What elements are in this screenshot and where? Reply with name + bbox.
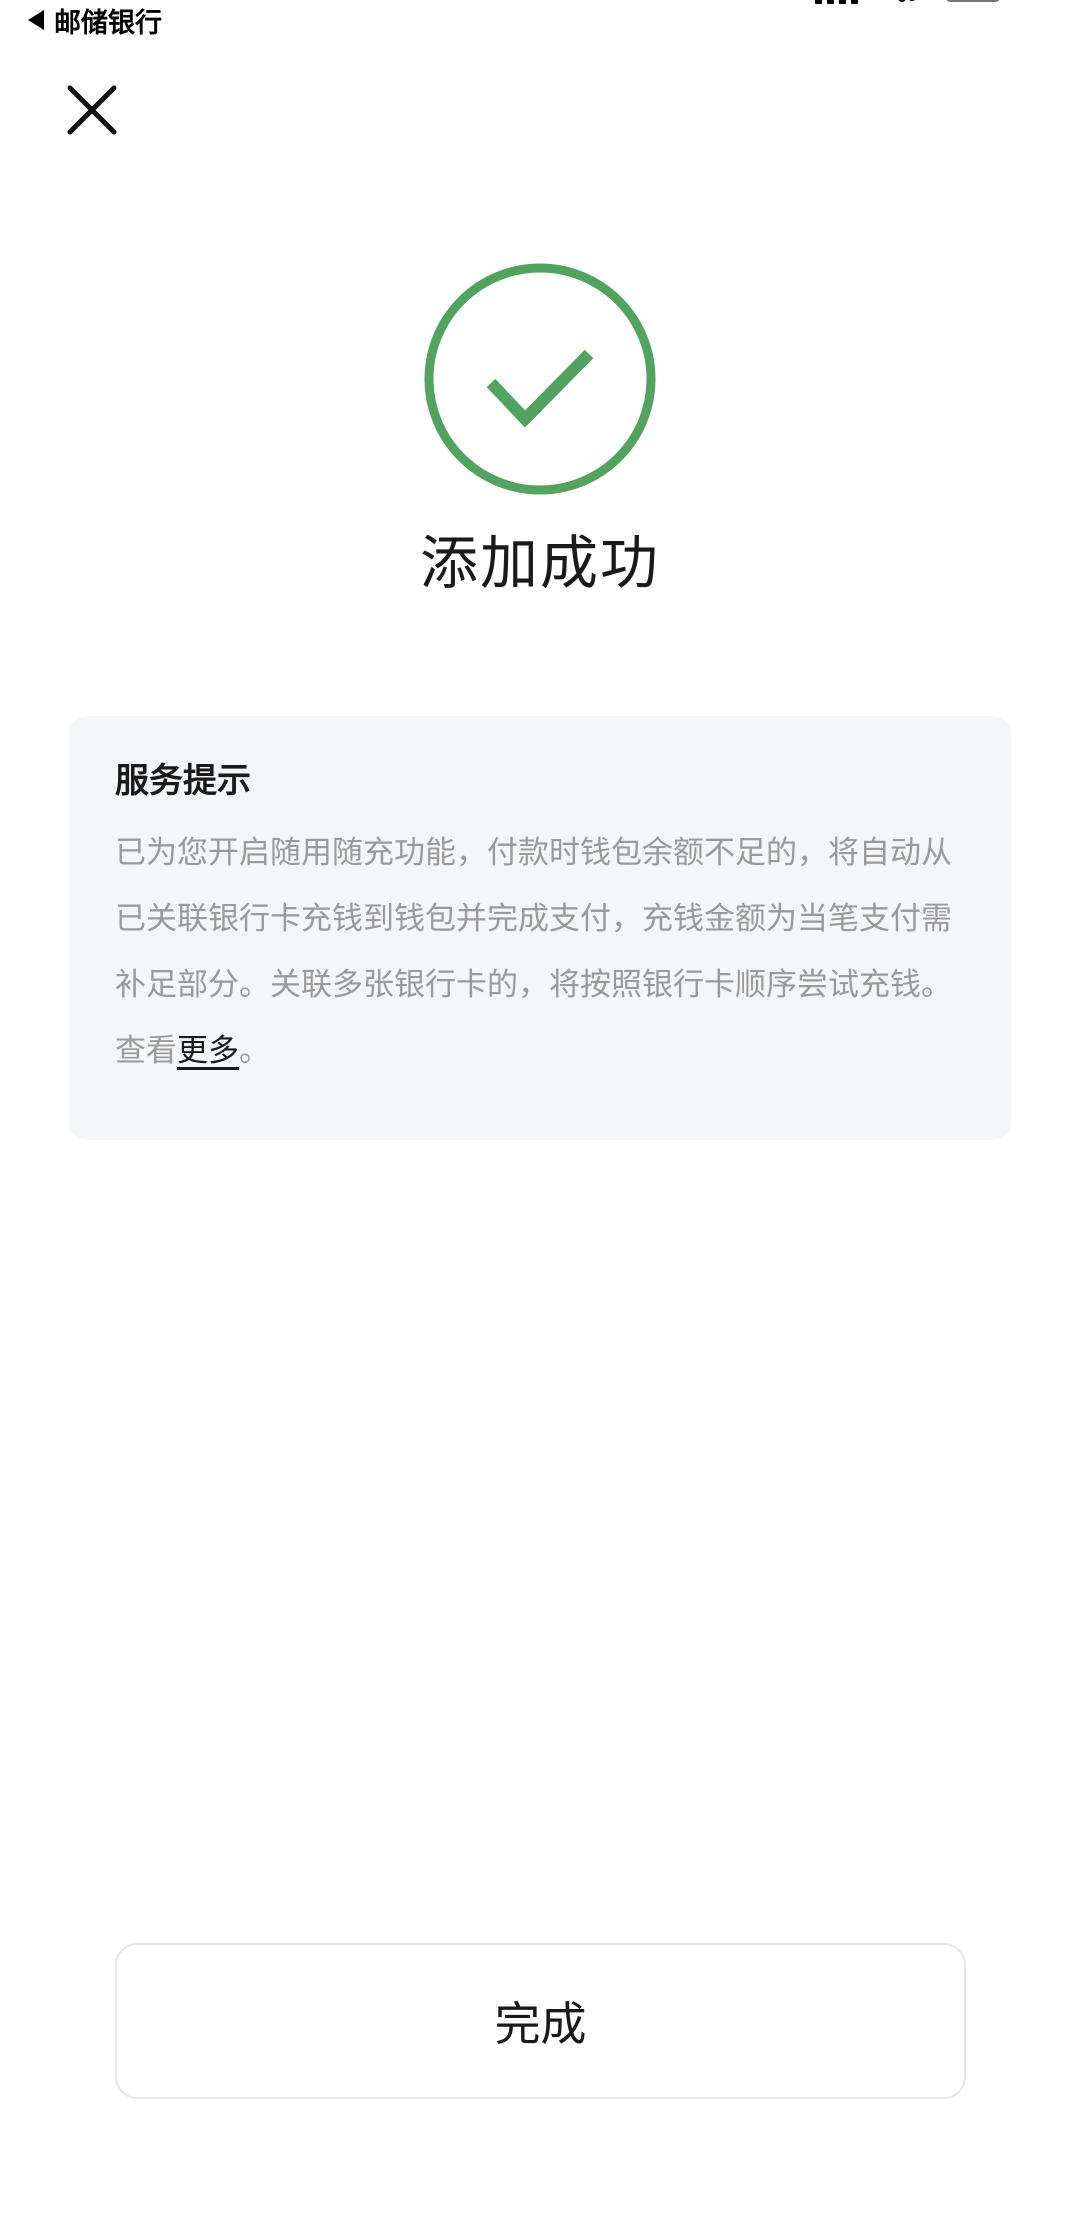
service-tip-card: 服务提示 已为您开启随用随充功能，付款时钱包余额不足的，将自动从已关联银行卡充钱…	[69, 716, 1011, 1140]
more-link[interactable]: 更多	[177, 1033, 239, 1069]
close-button[interactable]	[60, 78, 124, 142]
back-triangle-icon	[28, 10, 44, 30]
service-tip-title: 服务提示	[115, 761, 251, 801]
back-to-app-button[interactable]: 邮储银行	[28, 0, 162, 40]
service-tip-body: 已为您开启随用随充功能，付款时钱包余额不足的，将自动从已关联银行卡充钱到钱包并完…	[115, 820, 965, 1084]
signal-icon	[815, 0, 858, 4]
check-circle-icon	[424, 263, 656, 495]
close-icon	[67, 85, 117, 135]
battery-icon	[945, 0, 1001, 2]
back-app-label: 邮储银行	[54, 7, 162, 39]
success-title: 添加成功	[419, 529, 660, 597]
status-bar: 邮储银行	[0, 0, 1080, 44]
wifi-icon	[898, 0, 915, 2]
service-tip-end: 。	[239, 1033, 270, 1069]
done-button[interactable]: 完成	[115, 1943, 966, 2099]
done-button-label: 完成	[494, 1997, 587, 2051]
